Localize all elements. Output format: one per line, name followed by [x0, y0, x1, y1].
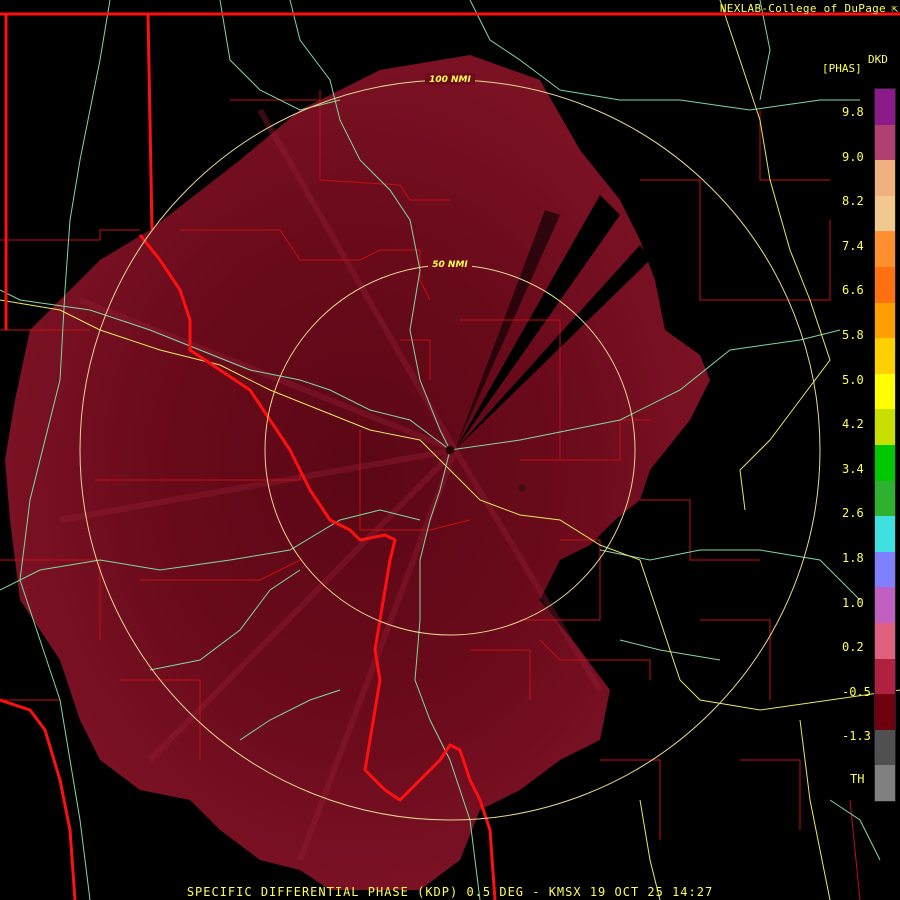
legend-tick-label: 2.6	[842, 506, 864, 521]
legend-tick-label: 5.0	[842, 372, 864, 387]
legend-swatch	[875, 765, 895, 802]
legend-swatch	[875, 267, 895, 304]
legend-swatch	[875, 231, 895, 268]
product-code: DKD	[868, 53, 888, 66]
product-description: SPECIFIC DIFFERENTIAL PHASE (KDP) 0.5 DE…	[186, 885, 714, 899]
legend-units: [PHAS]	[822, 62, 862, 75]
legend-tick-label: 8.2	[842, 194, 864, 209]
legend-swatch	[875, 160, 895, 197]
legend-tick-label: 1.8	[842, 551, 864, 565]
legend-swatch	[875, 373, 895, 410]
legend-swatch	[875, 195, 895, 232]
legend-swatch	[875, 480, 895, 517]
legend-swatch	[875, 551, 895, 588]
radar-echo-spot	[518, 484, 526, 492]
legend-swatch	[875, 694, 895, 731]
legend-tick-label: 9.8	[842, 105, 864, 119]
range-ring-100-label: 100 NMI	[429, 75, 471, 85]
legend-swatch	[875, 623, 895, 660]
legend-swatch	[875, 124, 895, 161]
range-ring-50-label: 50 NMI	[432, 260, 468, 270]
legend-tick-label: 9.0	[842, 149, 864, 164]
legend-tick-label: TH	[850, 772, 865, 786]
legend-swatch	[875, 89, 895, 126]
radar-echo-area	[5, 55, 710, 890]
color-legend-bar	[874, 88, 896, 802]
arrow-icon[interactable]: ⇱	[891, 2, 898, 15]
legend-tick-label: 4.2	[842, 417, 864, 432]
legend-swatch	[875, 445, 895, 482]
legend-tick-label: 7.4	[842, 238, 864, 253]
legend-tick-label: 3.4	[842, 461, 864, 476]
legend-swatch	[875, 409, 895, 446]
credit-text: NEXLAB-College of DuPage	[719, 2, 886, 15]
legend-swatch	[875, 302, 895, 339]
legend-swatch	[875, 658, 895, 695]
radar-map: 100 NMI 50 NMI	[0, 0, 900, 900]
radar-site-marker	[445, 445, 455, 455]
legend-swatch	[875, 516, 895, 553]
legend-tick-label: -1.3	[842, 729, 871, 744]
legend-tick-label: 1.0	[842, 595, 864, 610]
legend-tick-label: 6.6	[842, 283, 864, 298]
legend-swatch	[875, 338, 895, 375]
legend-swatch	[875, 729, 895, 766]
legend-tick-label: 5.8	[842, 328, 864, 342]
legend-tick-label: 0.2	[842, 640, 864, 655]
legend-tick-label: -0.5	[842, 684, 871, 699]
legend-swatch	[875, 587, 895, 624]
